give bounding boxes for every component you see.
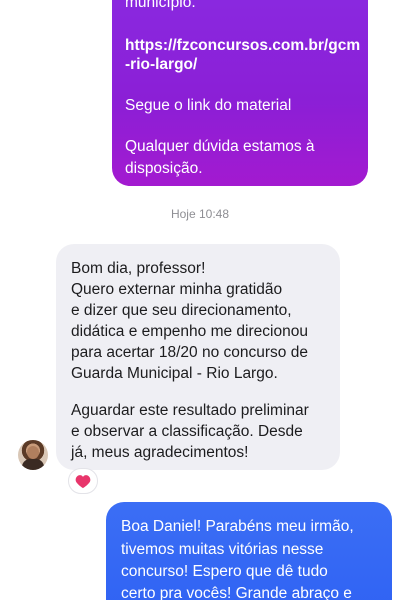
avatar-body [22,459,44,470]
message-line: Quero externar minha gratidão [71,281,283,298]
outgoing-message-bubble[interactable]: Boa Daniel! Parabéns meu irmão, tivemos … [106,502,392,600]
message-line: Segue o link do material [125,97,292,114]
message-line: já, meus agradecimentos! [71,444,249,461]
chat-thread: município. https://fzconcursos.com.br/gc… [0,0,400,600]
message-line: para acertar 18/20 no concurso de [71,344,308,361]
message-link[interactable]: https://fzconcursos.com.br/gcm [125,35,360,56]
message-line: Bom dia, professor! [71,260,206,277]
sender-avatar[interactable] [18,440,48,470]
message-line: certo pra vocês! Grande abraço e [121,585,352,600]
message-line: Qualquer dúvida estamos à [125,138,315,155]
message-line: e observar a classificação. Desde [71,423,303,440]
outgoing-message-bubble[interactable]: município. https://fzconcursos.com.br/gc… [112,0,368,186]
message-line: disposição. [125,160,203,177]
avatar-face [27,446,39,459]
message-timestamp: Hoje 10:48 [170,207,230,221]
message-link-continuation[interactable]: -rio-largo/ [125,54,360,75]
message-line: tivemos muitas vitórias nesse [121,541,324,558]
message-line: Boa Daniel! Parabéns meu irmão, [121,518,354,535]
message-line: e dizer que seu direcionamento, [71,302,292,319]
message-line: concurso! Espero que dê tudo [121,563,328,580]
message-line: didática e empenho me direcionou [71,323,308,340]
message-reaction[interactable] [68,468,98,494]
message-line: Guarda Municipal - Rio Largo. [71,365,278,382]
message-line: município. [125,0,196,11]
message-line: Aguardar este resultado preliminar [71,402,309,419]
incoming-message-bubble[interactable]: Bom dia, professor! Quero externar minha… [56,244,340,470]
heart-icon [75,474,91,488]
